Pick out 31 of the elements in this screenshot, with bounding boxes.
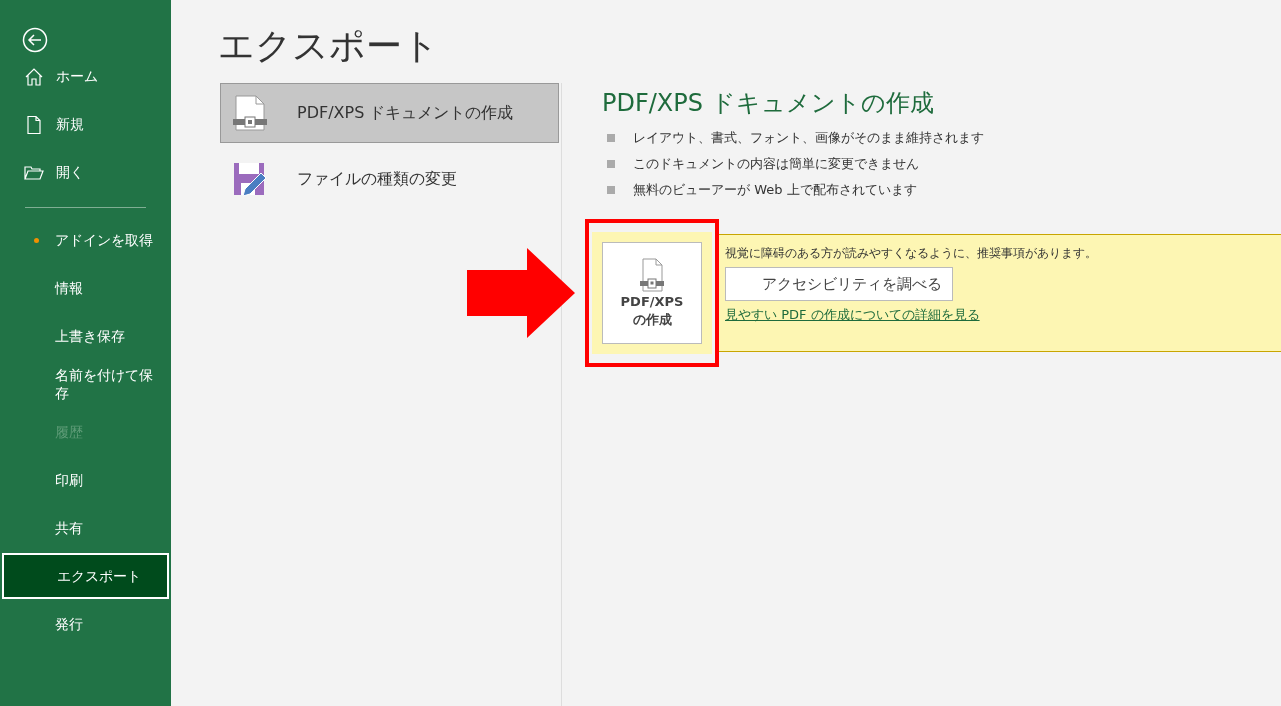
section-heading: PDF/XPS ドキュメントの作成 [602, 88, 935, 119]
sidebar-item[interactable]: 開く [0, 149, 171, 197]
bullet-icon [607, 186, 615, 194]
accessibility-message: 視覚に障碍のある方が読みやすくなるように、推奨事項があります。 [725, 245, 1097, 262]
sidebar-item[interactable]: 印刷 [2, 457, 169, 503]
back-icon[interactable] [22, 27, 48, 53]
pdf-document-icon [233, 95, 267, 131]
sidebar-item[interactable]: ホーム [0, 53, 171, 101]
sidebar-item[interactable]: 発行 [2, 601, 169, 647]
bullet-text: 無料のビューアーが Web 上で配布されています [633, 181, 917, 199]
sidebar-item[interactable]: 上書き保存 [2, 313, 169, 359]
pdf-document-icon [638, 258, 666, 292]
floppy-pencil-icon [233, 161, 267, 197]
bullet-icon [607, 160, 615, 168]
sidebar-item[interactable]: 名前を付けて保存 [2, 361, 169, 407]
sidebar-item[interactable]: 共有 [2, 505, 169, 551]
accessible-pdf-link[interactable]: 見やすい PDF の作成についての詳細を見る [725, 306, 980, 324]
bullet-text: このドキュメントの内容は簡単に変更できません [633, 155, 919, 173]
export-option[interactable]: ファイルの種類の変更 [220, 149, 559, 209]
bullet-text: レイアウト、書式、フォント、画像がそのまま維持されます [633, 129, 984, 147]
sidebar-item[interactable]: 情報 [2, 265, 169, 311]
check-accessibility-button[interactable]: アクセシビリティを調べる [725, 267, 953, 301]
page-title: エクスポート [218, 24, 440, 68]
home-icon [24, 67, 44, 87]
folder-icon [24, 163, 44, 183]
document-icon [24, 115, 44, 135]
bullet-icon [607, 134, 615, 142]
sidebar-item[interactable]: アドインを取得 [2, 217, 169, 263]
sidebar-item[interactable]: 新規 [0, 101, 171, 149]
sidebar-item[interactable]: エクスポート [2, 553, 169, 599]
export-option[interactable]: PDF/XPS ドキュメントの作成 [220, 83, 559, 143]
